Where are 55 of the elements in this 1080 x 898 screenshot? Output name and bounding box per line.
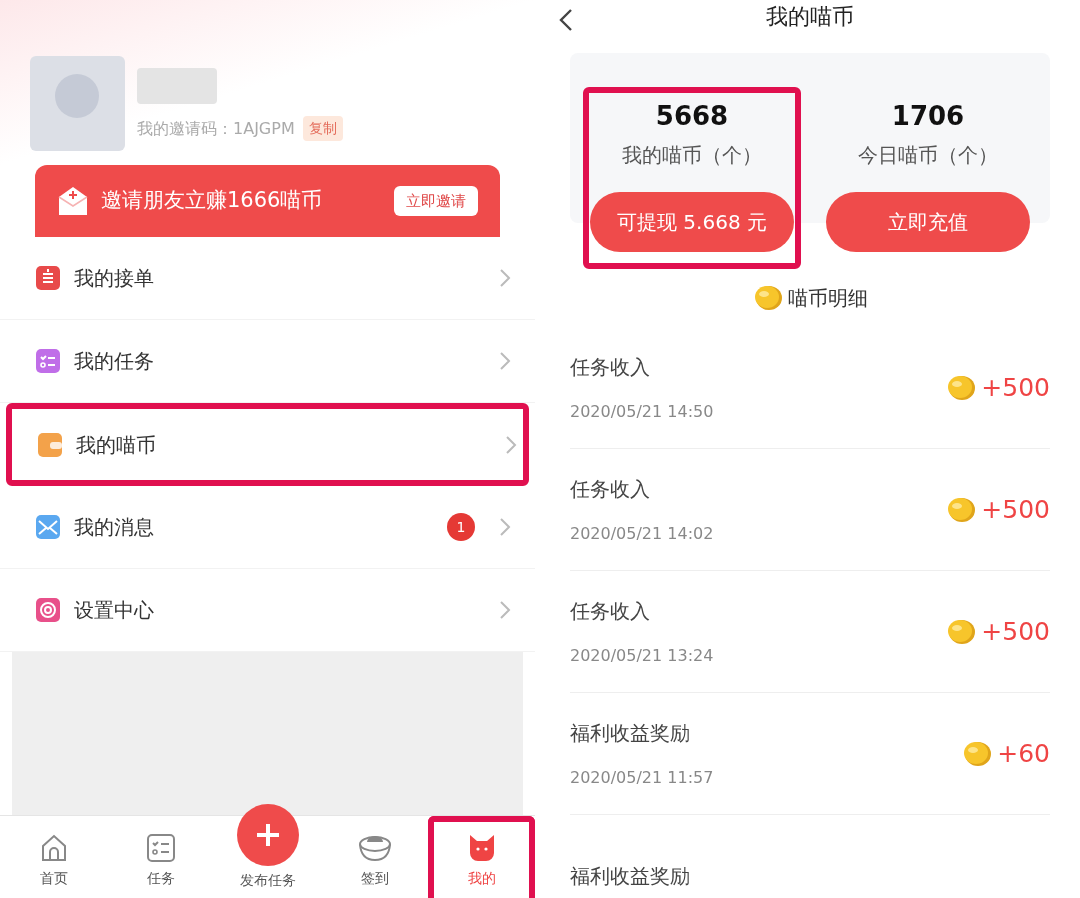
stat-button[interactable]: 可提现 5.668 元 (590, 192, 794, 252)
transaction-title: 任务收入 (570, 353, 651, 381)
nav-tab[interactable]: 首页 (0, 816, 107, 898)
chevron-right-icon (499, 268, 511, 288)
chevron-right-icon (499, 517, 511, 537)
menu-label: 我的接单 (74, 265, 155, 292)
nav-tab[interactable]: 签到 (321, 816, 428, 898)
transaction-title: 福利收益奖励 (570, 862, 691, 890)
chevron-right-icon (499, 351, 511, 371)
invite-banner[interactable]: 邀请朋友立赚1666喵币 立即邀请 (35, 165, 500, 237)
coin-icon (961, 739, 994, 768)
menu-label: 我的任务 (74, 348, 155, 375)
chevron-right-icon (505, 434, 517, 455)
transaction-title: 任务收入 (570, 475, 651, 503)
chevron-right-icon (499, 600, 511, 620)
envelope-icon (57, 185, 89, 217)
checklist-icon (34, 347, 62, 375)
coin-icon (945, 495, 978, 524)
coin-icon (945, 617, 978, 646)
page-title: 我的喵币 (766, 3, 854, 31)
list-icon (34, 264, 62, 292)
envelope-icon (34, 513, 62, 541)
transaction-title: 任务收入 (570, 597, 651, 625)
invite-code: 我的邀请码：1AJGPM (137, 117, 295, 140)
stat-value: 1706 (891, 100, 965, 133)
transaction-amount: +500 (981, 371, 1050, 404)
stat-label: 今日喵币（个） (858, 142, 998, 169)
coin-icon (945, 373, 978, 402)
back-icon[interactable] (558, 8, 574, 32)
invite-button[interactable]: 立即邀请 (394, 185, 478, 217)
notification-badge: 1 (447, 513, 475, 541)
nav-tab[interactable]: 我的 (428, 816, 535, 898)
menu-label: 我的消息 (74, 514, 155, 541)
menu-label: 设置中心 (74, 597, 155, 624)
transaction-amount: +500 (981, 615, 1050, 648)
wallet-icon (36, 430, 64, 459)
transaction-title: 福利收益奖励 (570, 719, 691, 747)
menu-label: 我的喵币 (76, 431, 157, 459)
stat-label: 我的喵币（个） (622, 142, 762, 169)
publish-tab[interactable]: 发布任务 (214, 792, 321, 898)
transaction-time: 2020/05/21 11:57 (570, 766, 715, 789)
stat-button[interactable]: 立即充值 (826, 192, 1030, 252)
transaction-amount: +60 (997, 737, 1050, 770)
transaction-time: 2020/05/21 14:50 (570, 400, 715, 423)
transaction-time: 2020/05/21 14:02 (570, 522, 715, 545)
coin-icon (752, 284, 784, 312)
nav-tab[interactable]: 任务 (107, 816, 214, 898)
detail-title: 喵币明细 (788, 285, 868, 312)
checklist-icon (144, 831, 177, 864)
transaction-time: 2020/05/21 13:24 (570, 644, 715, 667)
stat-value: 5668 (655, 100, 729, 133)
transaction-amount: +500 (981, 493, 1050, 526)
invite-text: 邀请朋友立赚1666喵币 (101, 187, 324, 215)
menu-item[interactable]: 我的喵币 (6, 403, 529, 486)
settings-icon (34, 596, 62, 624)
